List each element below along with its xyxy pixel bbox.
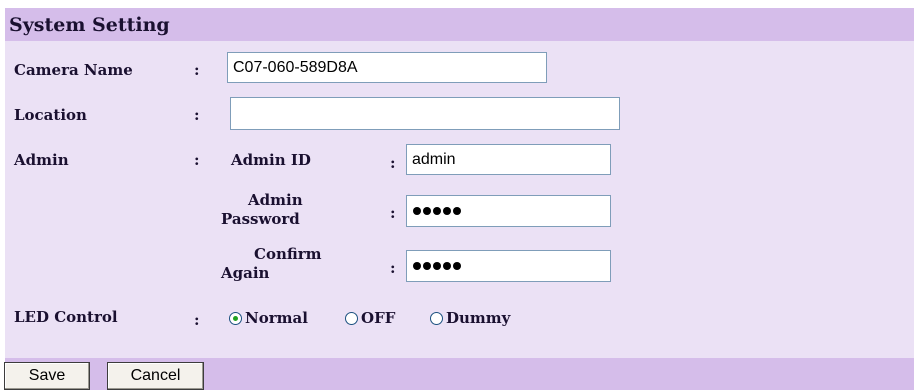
- system-setting-panel: System Setting Camera Name : Location : …: [4, 8, 914, 390]
- cancel-button[interactable]: Cancel: [107, 362, 204, 390]
- led-control-colon: :: [194, 311, 200, 329]
- admin-password-label-line2: Password: [221, 210, 300, 228]
- admin-id-input[interactable]: [406, 144, 611, 175]
- admin-password-label-line1: Admin: [248, 191, 303, 209]
- led-option-off-label: OFF: [361, 309, 396, 327]
- confirm-password-colon: :: [390, 259, 396, 277]
- led-option-dummy[interactable]: Dummy: [430, 309, 510, 327]
- admin-password-input[interactable]: [406, 195, 611, 227]
- confirm-password-label-line1: Confirm: [254, 245, 322, 263]
- page-title: System Setting: [9, 14, 170, 36]
- radio-dummy-icon[interactable]: [430, 311, 443, 325]
- radio-off-icon[interactable]: [345, 311, 358, 325]
- password-mask-dot: [443, 262, 451, 270]
- radio-normal-icon[interactable]: [229, 311, 242, 325]
- admin-password-colon: :: [390, 204, 396, 222]
- admin-id-colon: :: [390, 154, 396, 172]
- led-option-off[interactable]: OFF: [345, 309, 395, 327]
- location-input[interactable]: [230, 97, 620, 130]
- confirm-password-input[interactable]: [406, 250, 611, 282]
- footer-bar: Save Cancel: [4, 358, 914, 390]
- admin-label: Admin: [14, 151, 69, 169]
- led-control-label: LED Control: [14, 308, 118, 326]
- password-mask-dot: [433, 262, 441, 270]
- location-label: Location: [14, 106, 87, 124]
- password-mask-dot: [453, 262, 461, 270]
- save-button[interactable]: Save: [4, 362, 90, 390]
- header-bar: System Setting: [5, 8, 914, 41]
- led-option-normal[interactable]: Normal: [229, 309, 308, 327]
- led-option-normal-label: Normal: [245, 309, 308, 327]
- password-mask-dot: [453, 207, 461, 215]
- password-mask-dot: [433, 207, 441, 215]
- password-mask-dot: [413, 262, 421, 270]
- admin-id-label: Admin ID: [231, 151, 311, 169]
- led-option-dummy-label: Dummy: [446, 309, 511, 327]
- password-mask-dot: [423, 207, 431, 215]
- password-mask-dot: [413, 207, 421, 215]
- password-mask-dot: [443, 207, 451, 215]
- admin-colon: :: [194, 151, 200, 169]
- camera-name-label: Camera Name: [14, 61, 133, 79]
- camera-name-colon: :: [194, 61, 200, 79]
- password-mask-dot: [423, 262, 431, 270]
- camera-name-input[interactable]: [227, 52, 547, 83]
- location-colon: :: [194, 106, 200, 124]
- confirm-password-label-line2: Again: [221, 264, 270, 282]
